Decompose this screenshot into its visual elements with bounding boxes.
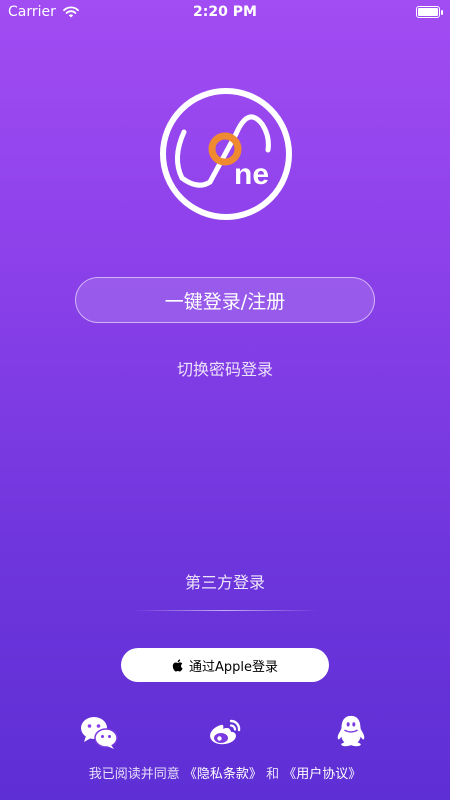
user-agreement-link[interactable]: 《用户协议》 [283, 767, 361, 782]
apple-login-label: 通过Apple登录 [188, 659, 278, 675]
qq-icon[interactable] [332, 714, 370, 748]
weibo-icon[interactable] [206, 716, 244, 750]
status-bar: Carrier 2:20 PM [0, 0, 450, 26]
agreement-and: 和 [261, 767, 284, 782]
divider [132, 610, 318, 611]
app-logo: ne [160, 88, 292, 220]
status-time: 2:20 PM [193, 4, 257, 20]
switch-password-login-link[interactable]: 切换密码登录 [0, 356, 450, 380]
battery-fill [418, 8, 438, 16]
privacy-policy-link[interactable]: 《隐私条款》 [184, 767, 262, 782]
apple-icon [172, 658, 183, 672]
agreement-prefix: 我已阅读并同意 [88, 767, 180, 782]
battery-icon [416, 6, 443, 18]
apple-login-button[interactable]: 通过Apple登录 [121, 648, 329, 682]
one-click-login-button[interactable]: 一键登录/注册 [75, 277, 375, 323]
one-click-login-label: 一键登录/注册 [164, 290, 286, 313]
wechat-icon[interactable] [80, 716, 118, 750]
third-party-login-title: 第三方登录 [184, 573, 265, 592]
agreement-text: 我已阅读并同意 《隐私条款》 和 《用户协议》 [0, 763, 450, 782]
logo-text: ne [234, 158, 269, 191]
